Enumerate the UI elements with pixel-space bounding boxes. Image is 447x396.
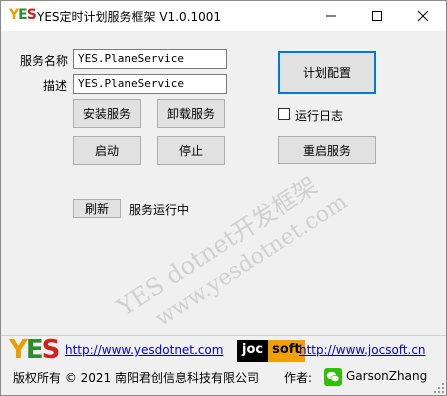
close-icon [417, 10, 429, 22]
description-label: 描述 [43, 79, 68, 93]
maximize-button[interactable] [354, 1, 400, 31]
service-name-input[interactable]: YES.PlaneService [73, 49, 227, 69]
install-service-button[interactable]: 安装服务 [73, 99, 141, 128]
run-log-checkbox[interactable] [278, 108, 290, 120]
start-button[interactable]: 启动 [73, 136, 141, 165]
minimize-button[interactable] [308, 1, 354, 31]
description-input[interactable]: YES.PlaneService [73, 74, 227, 94]
maximize-icon [372, 11, 382, 21]
yesdotnet-link[interactable]: http://www.yesdotnet.com [65, 343, 223, 357]
jocsoft-logo: joc soft [237, 340, 305, 362]
status-text: 服务运行中 [129, 203, 190, 217]
author-label: 作者: [284, 371, 313, 385]
stop-button[interactable]: 停止 [157, 136, 225, 165]
yes-logo: YES [9, 335, 60, 365]
wechat-icon [324, 368, 342, 386]
minimize-icon [326, 15, 336, 17]
run-log-label[interactable]: 运行日志 [295, 107, 343, 124]
copyright-text: 版权所有 © 2021 南阳君创信息科技有限公司 [13, 371, 259, 385]
close-button[interactable] [400, 1, 446, 31]
title-bar[interactable]: YES YES定时计划服务框架 V1.0.1001 [1, 1, 446, 31]
service-name-label: 服务名称 [20, 54, 69, 68]
app-logo-icon: YES [9, 7, 37, 23]
refresh-button[interactable]: 刷新 [73, 199, 121, 218]
jocsoft-link[interactable]: http://www.jocsoft.cn [299, 343, 426, 357]
schedule-config-button[interactable]: 计划配置 [278, 51, 376, 94]
resize-grip-icon[interactable] [434, 383, 444, 393]
restart-service-button[interactable]: 重启服务 [278, 136, 376, 164]
window-title: YES定时计划服务框架 V1.0.1001 [37, 10, 221, 24]
main-window: YES YES定时计划服务框架 V1.0.1001 YES dotnet开发框架… [0, 0, 447, 396]
jocsoft-logo-part1: joc [237, 340, 269, 362]
author-name: GarsonZhang [346, 369, 428, 383]
footer-divider [1, 335, 446, 336]
uninstall-service-button[interactable]: 卸载服务 [157, 99, 225, 128]
